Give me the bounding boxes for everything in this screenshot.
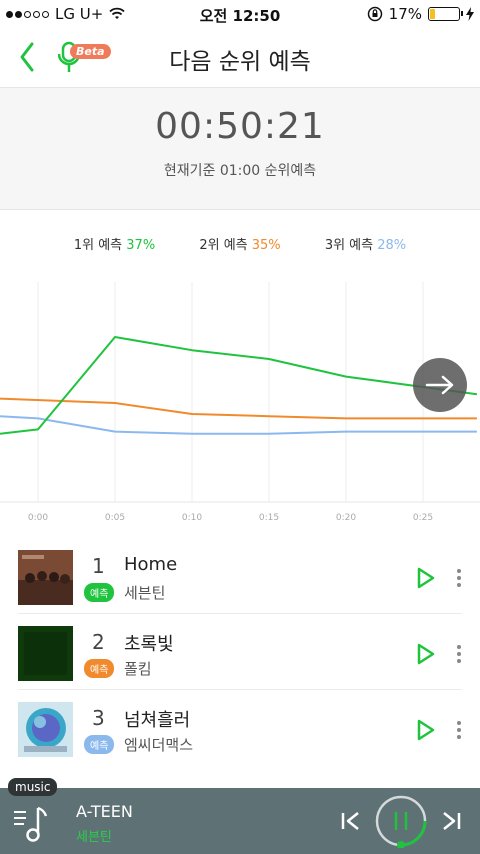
header: Beta 다음 순위 예측 xyxy=(0,28,480,86)
x-tick-label: 0:00 xyxy=(28,513,48,523)
legend-item-1: 1위 예측 37% xyxy=(73,238,156,253)
now-playing-title: A-TEEN xyxy=(76,802,133,821)
x-tick-label: 0:20 xyxy=(336,513,356,523)
battery-percent: 17% xyxy=(388,5,422,23)
previous-track-icon[interactable] xyxy=(340,810,362,832)
playlist-music-icon[interactable] xyxy=(12,804,52,844)
play-icon[interactable] xyxy=(416,718,436,742)
album-art[interactable] xyxy=(18,702,73,757)
artist-name: 엠씨더맥스 xyxy=(124,736,194,754)
rank-number: 1 xyxy=(92,554,105,578)
list-item[interactable]: 2 초록빛 예측 폴킴 xyxy=(18,614,462,690)
artist-name: 폴킴 xyxy=(124,660,152,678)
charging-icon xyxy=(466,7,474,21)
list-item[interactable]: 1 Home 예측 세븐틴 xyxy=(18,538,462,614)
status-bar: LG U+ 오전 12:50 17% xyxy=(0,0,480,28)
mini-player[interactable]: A-TEEN 세븐틴 xyxy=(0,788,480,854)
song-title: Home xyxy=(124,554,178,575)
legend-item-2: 2위 예측 35% xyxy=(199,238,281,253)
list-item[interactable]: 3 넘쳐흘러 예측 엠씨더맥스 xyxy=(18,690,462,766)
battery-icon xyxy=(428,7,463,21)
album-art[interactable] xyxy=(18,550,73,605)
play-icon[interactable] xyxy=(416,642,436,666)
music-tag: music xyxy=(8,778,58,796)
now-playing-artist: 세븐틴 xyxy=(76,830,112,845)
countdown-timer: 00:50:21 xyxy=(155,106,325,147)
play-icon[interactable] xyxy=(416,566,436,590)
next-track-icon[interactable] xyxy=(440,810,462,832)
prediction-badge: 예측 xyxy=(84,735,115,754)
more-options-icon[interactable] xyxy=(456,568,462,588)
legend-item-3: 3위 예측 28% xyxy=(324,238,407,253)
rank-number: 3 xyxy=(92,706,105,730)
rotation-lock-icon xyxy=(367,6,382,22)
series-line xyxy=(0,397,477,420)
x-tick-label: 0:25 xyxy=(413,513,433,523)
x-tick-label: 0:15 xyxy=(259,513,279,523)
page-title: 다음 순위 예측 xyxy=(169,49,311,75)
song-title: 초록빛 xyxy=(124,634,174,655)
countdown-panel: 00:50:21 현재기준 01:00 순위예측 xyxy=(0,87,480,210)
song-title: 넘쳐흘러 xyxy=(124,710,191,731)
prediction-badge: 예측 xyxy=(84,659,115,678)
x-tick-label: 0:10 xyxy=(182,513,202,523)
chart-list: 1 Home 예측 세븐틴 2 초록빛 예측 폴킴 3 넘쳐흘러 예측 엠씨더맥… xyxy=(0,538,480,766)
prediction-badge: 예측 xyxy=(84,583,115,602)
more-options-icon[interactable] xyxy=(456,720,462,740)
pause-button[interactable] xyxy=(374,794,428,848)
prediction-chart: 0:00 0:05 0:10 0:15 0:20 0:25 xyxy=(0,282,480,523)
artist-name: 세븐틴 xyxy=(124,584,166,602)
more-options-icon[interactable] xyxy=(456,644,462,664)
x-tick-label: 0:05 xyxy=(105,513,125,523)
rank-number: 2 xyxy=(92,630,105,654)
next-arrow-button[interactable] xyxy=(413,358,467,412)
countdown-subtitle: 현재기준 01:00 순위예측 xyxy=(163,163,317,179)
chart-legend: 1위 예측 37% 2위 예측 35% 3위 예측 28% xyxy=(0,234,480,253)
album-art[interactable] xyxy=(18,626,73,681)
